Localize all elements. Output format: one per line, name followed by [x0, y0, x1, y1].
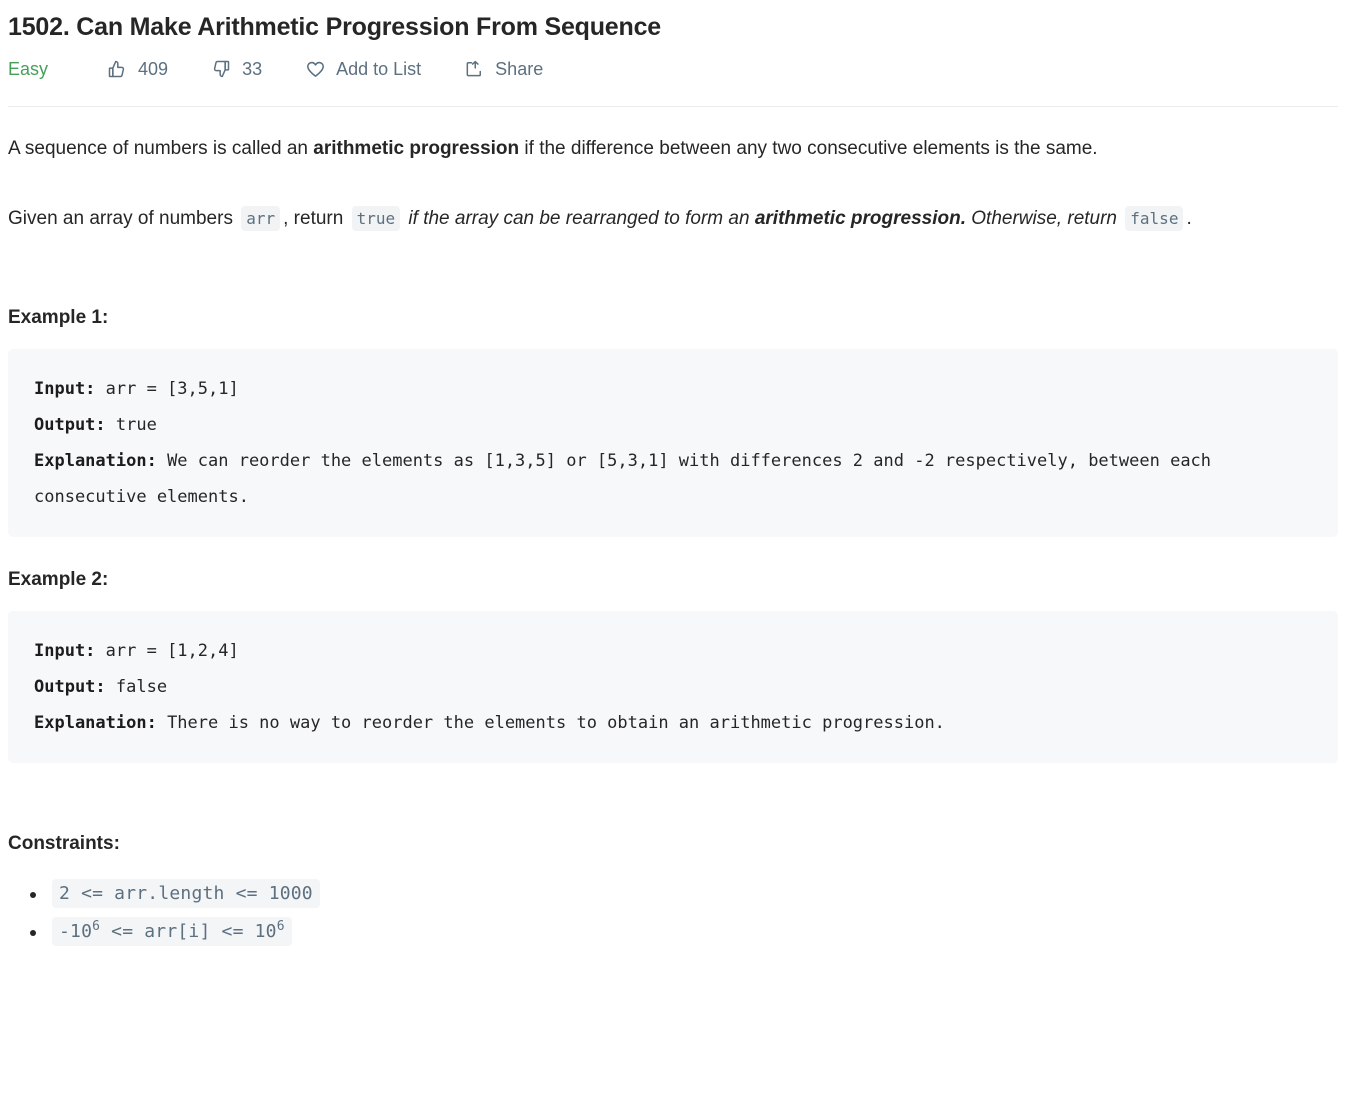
add-to-list-label: Add to List	[336, 59, 422, 79]
example-1-heading: Example 1:	[8, 307, 109, 328]
share-icon	[463, 58, 485, 80]
example-2-output-value: false	[105, 677, 168, 697]
desc-p2-s2: , return	[283, 208, 349, 229]
description-paragraph-2: Given an array of numbers arr, return tr…	[0, 201, 1346, 237]
constraint-2-mid: <= arr[i] <= 10	[100, 921, 277, 942]
heart-icon	[304, 58, 326, 80]
dislike-button[interactable]: 33	[210, 58, 262, 80]
inline-code-true: true	[351, 206, 401, 231]
inline-code-arr: arr	[241, 206, 281, 231]
constraints-heading: Constraints:	[8, 833, 120, 854]
constraint-2: -106 <= arr[i] <= 106	[52, 917, 292, 946]
example-1-output-value: true	[105, 415, 157, 435]
example-2-explanation-value: There is no way to reorder the elements …	[156, 713, 945, 733]
desc-p2-s5: .	[1186, 208, 1192, 229]
header-divider	[8, 106, 1338, 107]
example-1-codeblock: Input: arr = [3,5,1] Output: true Explan…	[8, 349, 1338, 537]
example-1-explanation-value: We can reorder the elements as [1,3,5] o…	[34, 451, 1222, 507]
description-paragraph-1: A sequence of numbers is called an arith…	[0, 131, 1346, 167]
like-button[interactable]: 409	[106, 58, 168, 80]
constraint-2-sup-1: 6	[92, 919, 101, 934]
example-1-output-label: Output:	[34, 415, 106, 435]
desc-p2-s1: Given an array of numbers	[8, 208, 239, 229]
example-2-input-label: Input:	[34, 641, 96, 661]
problem-description-page: 1502. Can Make Arithmetic Progression Fr…	[0, 0, 1346, 951]
share-button[interactable]: Share	[463, 58, 543, 80]
list-item: 2 <= arr.length <= 1000	[30, 875, 1338, 913]
desc-p2-s3: if the array can be rearranged to form a…	[403, 208, 755, 229]
thumbs-up-icon	[106, 58, 128, 80]
example-2-output-label: Output:	[34, 677, 106, 697]
desc-p1-before: A sequence of numbers is called an	[8, 138, 314, 159]
example-2-codeblock: Input: arr = [1,2,4] Output: false Expla…	[8, 611, 1338, 763]
dislike-count: 33	[242, 59, 263, 79]
example-2-explanation-label: Explanation:	[34, 713, 157, 733]
constraint-2-sup-2: 6	[276, 919, 285, 934]
example-2-input-value: arr = [1,2,4]	[95, 641, 239, 661]
constraints-list: 2 <= arr.length <= 1000 -106 <= arr[i] <…	[0, 875, 1346, 951]
action-bar: Easy 409 33 Add to List Share	[0, 44, 1346, 80]
like-count: 409	[138, 59, 169, 79]
share-label: Share	[495, 59, 544, 79]
example-1-explanation-label: Explanation:	[34, 451, 157, 471]
desc-p2-bolditalic: arithmetic progression.	[754, 208, 966, 229]
example-1-input-value: arr = [3,5,1]	[95, 379, 239, 399]
desc-p1-after: if the difference between any two consec…	[519, 138, 1098, 159]
desc-p1-bold: arithmetic progression	[313, 138, 520, 159]
constraint-1-text: 2 <= arr.length <= 1000	[59, 883, 313, 904]
desc-p2-s4: Otherwise, return	[966, 208, 1123, 229]
list-item: -106 <= arr[i] <= 106	[30, 913, 1338, 951]
example-1-input-label: Input:	[34, 379, 96, 399]
constraint-1: 2 <= arr.length <= 1000	[52, 879, 320, 908]
constraint-2-pre: -10	[59, 921, 93, 942]
add-to-list-button[interactable]: Add to List	[304, 58, 421, 80]
difficulty-badge: Easy	[8, 59, 49, 79]
page-title: 1502. Can Make Arithmetic Progression Fr…	[8, 13, 661, 41]
inline-code-false: false	[1125, 206, 1184, 231]
thumbs-down-icon	[210, 58, 232, 80]
example-2-heading: Example 2:	[8, 569, 109, 590]
